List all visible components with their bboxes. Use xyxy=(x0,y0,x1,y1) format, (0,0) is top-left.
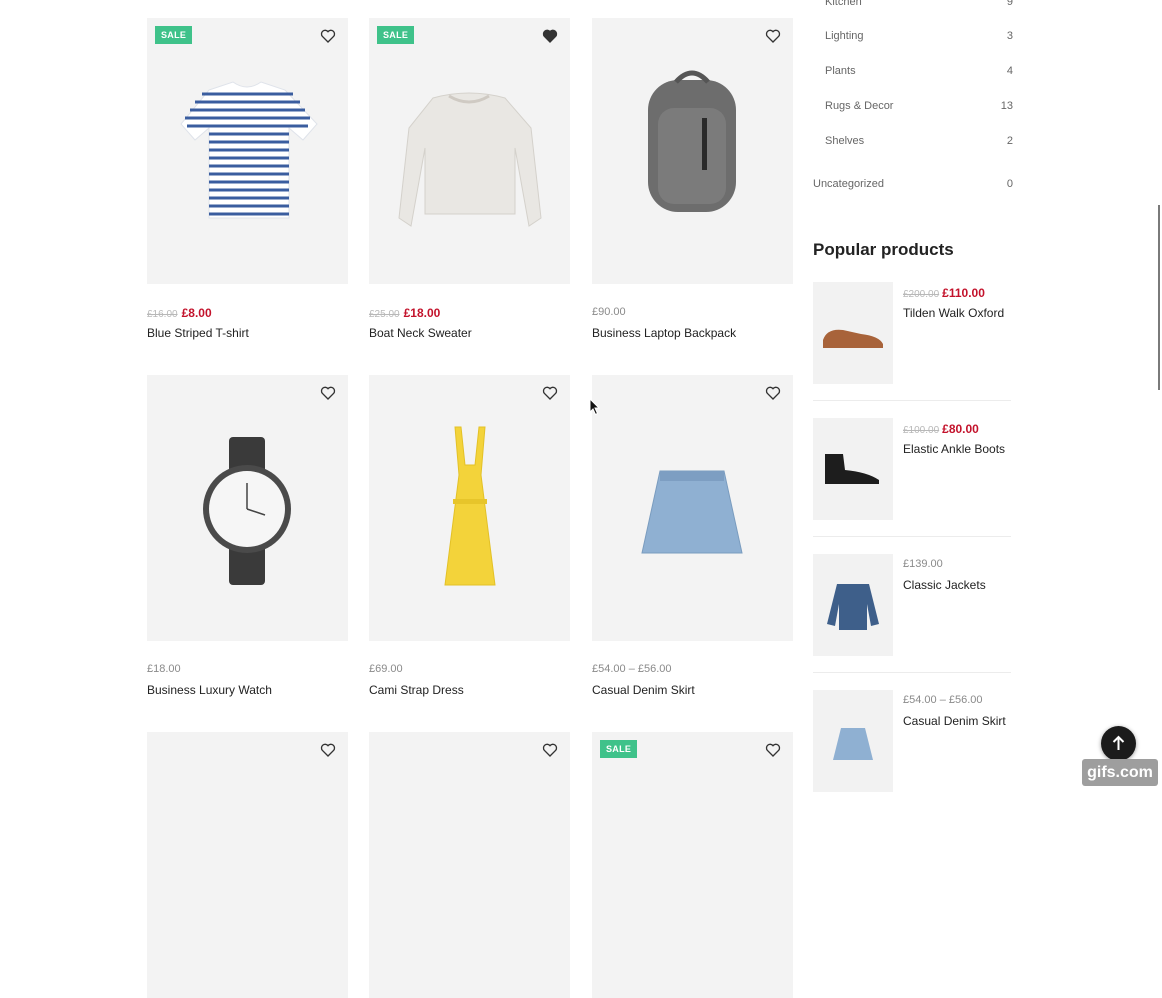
mouse-cursor-icon xyxy=(589,398,601,416)
gifs-watermark: gifs.com xyxy=(1082,759,1158,786)
wishlist-heart-icon[interactable] xyxy=(542,742,558,758)
category-item[interactable]: Kitchen 9 xyxy=(825,0,1013,8)
category-label[interactable]: Rugs & Decor xyxy=(825,100,893,112)
denim-skirt-image xyxy=(641,470,743,554)
product-price: £16.00 £8.00 xyxy=(147,306,212,320)
popular-product-name[interactable]: Classic Jackets xyxy=(903,578,986,592)
popular-product-price: £54.00 – £56.00 xyxy=(903,694,983,706)
popular-product-name[interactable]: Elastic Ankle Boots xyxy=(903,442,1005,456)
product-name[interactable]: Business Laptop Backpack xyxy=(592,326,736,340)
product-image[interactable]: SALE xyxy=(592,732,793,998)
category-count: 0 xyxy=(1006,178,1013,190)
back-to-top-button[interactable] xyxy=(1101,726,1136,761)
popular-product-image[interactable] xyxy=(813,282,893,384)
sale-price: £8.00 xyxy=(181,306,212,320)
sale-badge: SALE xyxy=(377,26,415,44)
old-price: £200.00 xyxy=(903,289,940,300)
divider xyxy=(813,536,1011,537)
denim-skirt-image xyxy=(833,728,873,760)
category-label[interactable]: Uncategorized xyxy=(813,178,884,190)
category-item[interactable]: Lighting 3 xyxy=(825,30,1013,42)
popular-product-name[interactable]: Tilden Walk Oxford xyxy=(903,306,1004,320)
product-image[interactable] xyxy=(147,732,348,998)
old-price: £16.00 xyxy=(147,309,178,320)
divider xyxy=(813,400,1011,401)
oxford-shoe-image xyxy=(823,329,883,348)
popular-product-price: £100.00 £80.00 xyxy=(903,422,979,436)
wishlist-heart-icon[interactable] xyxy=(765,385,781,401)
wishlist-heart-icon[interactable] xyxy=(765,28,781,44)
category-count: 4 xyxy=(1006,65,1013,77)
wishlist-heart-icon[interactable] xyxy=(320,28,336,44)
category-label[interactable]: Kitchen xyxy=(825,0,862,8)
sale-badge: SALE xyxy=(155,26,193,44)
popular-products-title: Popular products xyxy=(813,240,954,259)
product-price: £90.00 xyxy=(592,306,626,318)
arrow-up-icon xyxy=(1112,735,1125,750)
old-price: £25.00 xyxy=(369,309,400,320)
product-price: £25.00 £18.00 xyxy=(369,306,440,320)
scrollbar-thumb[interactable] xyxy=(1158,205,1160,390)
product-name[interactable]: Cami Strap Dress xyxy=(369,683,464,697)
product-image[interactable] xyxy=(147,375,348,641)
watch-image xyxy=(203,437,291,585)
product-price: £18.00 xyxy=(147,663,181,675)
product-image[interactable]: SALE xyxy=(369,18,570,284)
product-name[interactable]: Business Luxury Watch xyxy=(147,683,272,697)
sale-price: £110.00 xyxy=(942,286,985,300)
popular-product-price: £139.00 xyxy=(903,558,943,570)
sale-price: £80.00 xyxy=(942,422,979,436)
category-item[interactable]: Shelves 2 xyxy=(825,135,1013,147)
category-label[interactable]: Shelves xyxy=(825,135,864,147)
category-item[interactable]: Plants 4 xyxy=(825,65,1013,77)
popular-product-price: £200.00 £110.00 xyxy=(903,286,985,300)
wishlist-heart-filled-icon[interactable] xyxy=(542,28,558,44)
sweater-image xyxy=(398,92,542,227)
yellow-dress-image xyxy=(444,426,496,586)
ankle-boots-image xyxy=(825,454,879,484)
category-count: 2 xyxy=(1006,135,1013,147)
product-image[interactable] xyxy=(592,18,793,284)
category-count: 3 xyxy=(1006,30,1013,42)
old-price: £100.00 xyxy=(903,425,940,436)
category-label[interactable]: Plants xyxy=(825,65,856,77)
wishlist-heart-icon[interactable] xyxy=(542,385,558,401)
popular-product-image[interactable] xyxy=(813,554,893,656)
product-image[interactable] xyxy=(369,375,570,641)
wishlist-heart-icon[interactable] xyxy=(765,742,781,758)
product-price: £69.00 xyxy=(369,663,403,675)
product-image[interactable]: SALE xyxy=(147,18,348,284)
product-price: £54.00 – £56.00 xyxy=(592,663,672,675)
striped-tshirt-image xyxy=(180,81,318,219)
product-name[interactable]: Blue Striped T-shirt xyxy=(147,326,249,340)
denim-jacket-image xyxy=(827,584,879,630)
wishlist-heart-icon[interactable] xyxy=(320,742,336,758)
category-label[interactable]: Lighting xyxy=(825,30,864,42)
category-count: 13 xyxy=(1000,100,1013,112)
sale-price: £18.00 xyxy=(403,306,441,320)
product-image[interactable] xyxy=(592,375,793,641)
wishlist-heart-icon[interactable] xyxy=(320,385,336,401)
category-count: 9 xyxy=(1006,0,1013,8)
category-item-uncategorized[interactable]: Uncategorized 0 xyxy=(813,178,1013,190)
popular-product-image[interactable] xyxy=(813,418,893,520)
backpack-image xyxy=(648,70,736,212)
product-name[interactable]: Casual Denim Skirt xyxy=(592,683,695,697)
divider xyxy=(813,672,1011,673)
popular-product-image[interactable] xyxy=(813,690,893,792)
category-item[interactable]: Rugs & Decor 13 xyxy=(825,100,1013,112)
product-name[interactable]: Boat Neck Sweater xyxy=(369,326,472,340)
sale-badge: SALE xyxy=(600,740,638,758)
product-image[interactable] xyxy=(369,732,570,998)
popular-product-name[interactable]: Casual Denim Skirt xyxy=(903,714,1006,728)
